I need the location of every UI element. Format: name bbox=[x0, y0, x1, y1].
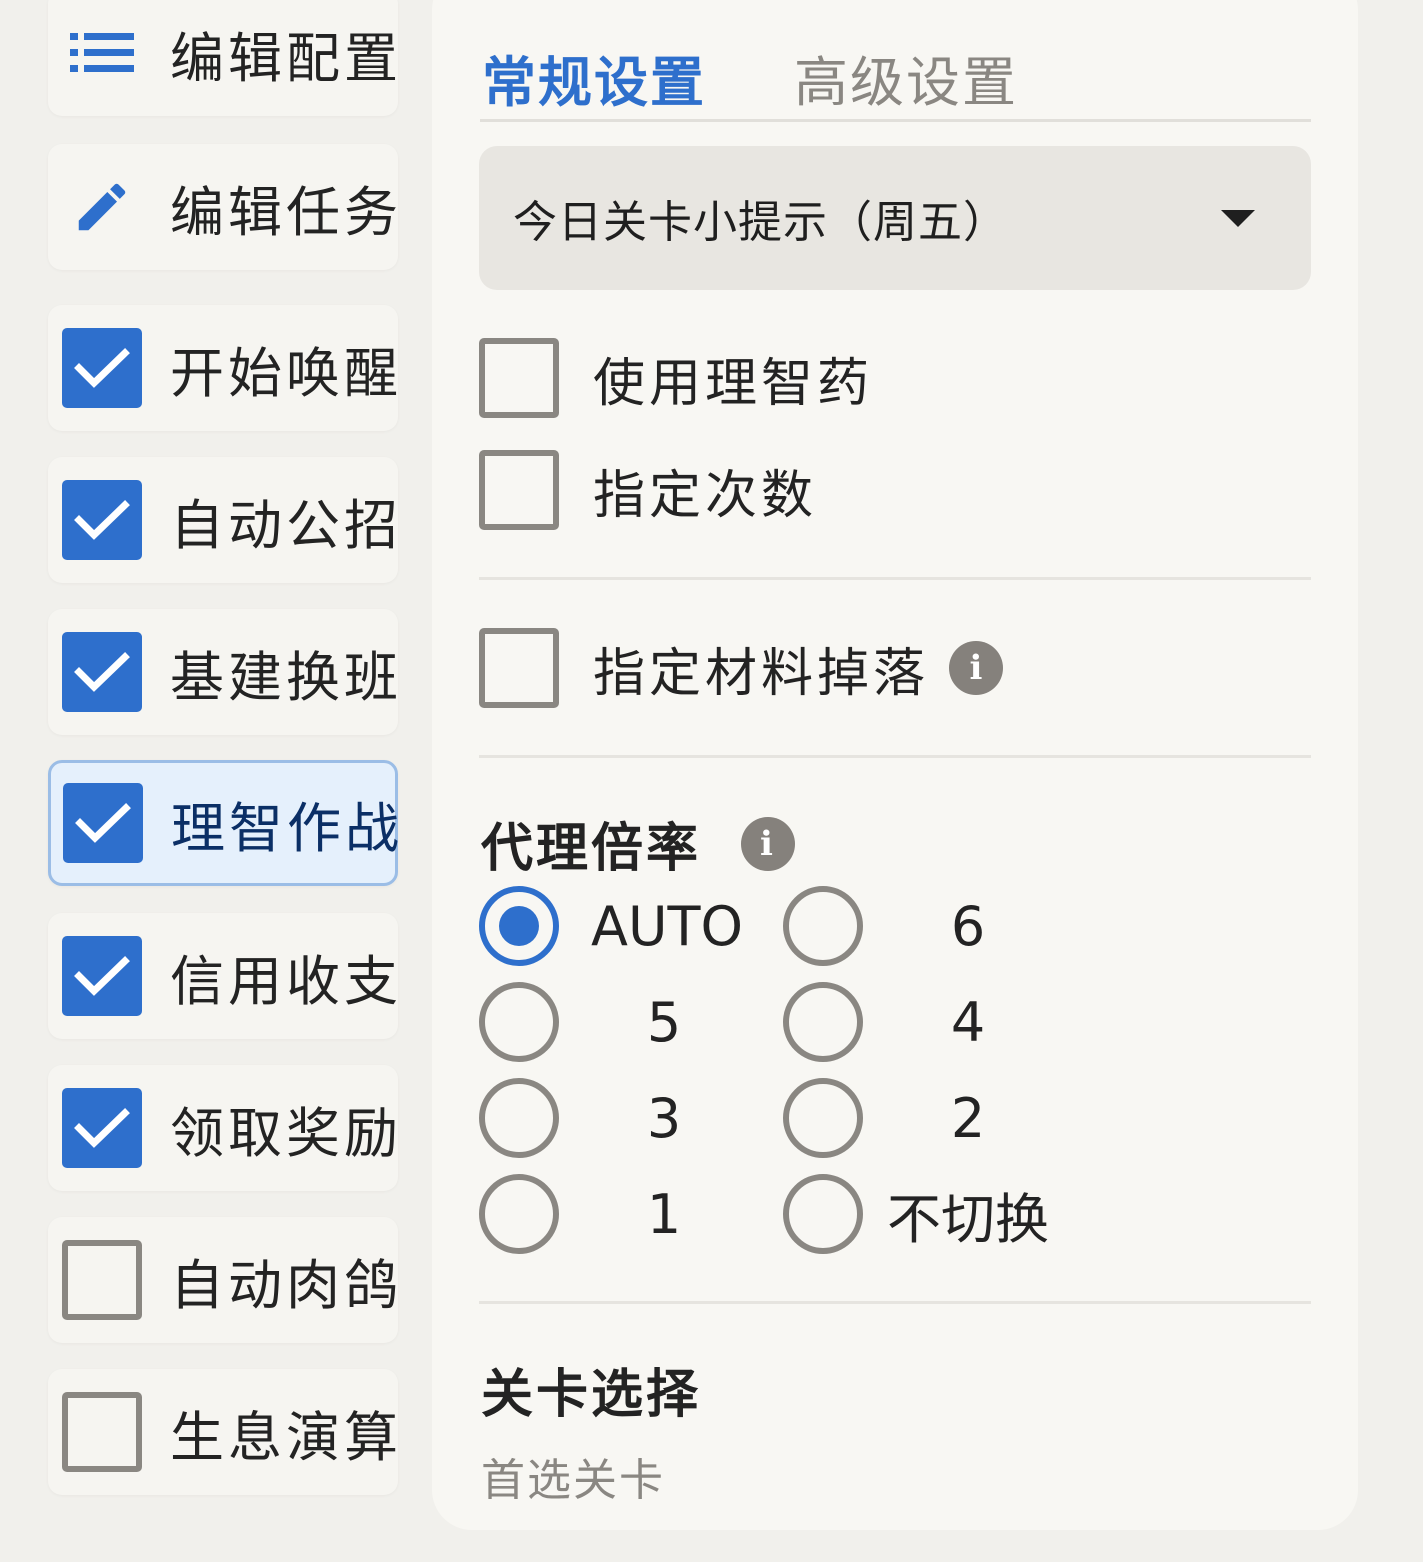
radio-unselected[interactable] bbox=[783, 1174, 863, 1254]
specify-drops-option[interactable]: 指定材料掉落 i bbox=[479, 628, 1004, 708]
radio-label: 不切换 bbox=[887, 1187, 1049, 1251]
proxy-rate-option-3[interactable]: 3 bbox=[479, 1078, 769, 1158]
stage-select-title: 关卡选择 bbox=[481, 1352, 701, 1427]
option-label: 指定次数 bbox=[593, 465, 818, 526]
sidebar-item-label: 生息演算 bbox=[170, 1405, 402, 1469]
section-title-text: 关卡选择 bbox=[481, 1365, 702, 1425]
checkbox-slot bbox=[63, 783, 143, 863]
primary-stage-label: 首选关卡 bbox=[481, 1455, 665, 1506]
divider bbox=[479, 755, 1311, 758]
radio-label: 4 bbox=[950, 990, 986, 1054]
sidebar-item-base-shift[interactable]: 基建换班 bbox=[48, 609, 398, 735]
checkbox-slot bbox=[62, 936, 142, 1016]
radio-unselected[interactable] bbox=[783, 982, 863, 1062]
checkbox-slot bbox=[62, 1088, 142, 1168]
sidebar-item-label: 基建换班 bbox=[170, 645, 402, 709]
checkbox-slot bbox=[62, 480, 142, 560]
settings-tabs: 常规设置 高级设置 bbox=[480, 30, 1311, 122]
checkbox-checked[interactable] bbox=[62, 936, 142, 1016]
checkbox-checked[interactable] bbox=[62, 328, 142, 408]
list-icon bbox=[62, 13, 142, 93]
radio-unselected[interactable] bbox=[783, 886, 863, 966]
sidebar-item-edit-config[interactable]: 编辑配置 bbox=[48, 0, 398, 116]
section-title-text: 代理倍率 bbox=[481, 819, 702, 879]
proxy-rate-option-2[interactable]: 2 bbox=[783, 1078, 1073, 1158]
checkbox-checked[interactable] bbox=[63, 783, 143, 863]
pencil-icon bbox=[62, 167, 142, 247]
checkbox-unchecked[interactable] bbox=[62, 1240, 142, 1320]
sidebar-item-start-wakeup[interactable]: 开始唤醒 bbox=[48, 305, 398, 431]
info-icon[interactable]: i bbox=[741, 816, 796, 871]
sidebar-item-credit[interactable]: 信用收支 bbox=[48, 913, 398, 1039]
sidebar-item-label: 信用收支 bbox=[170, 949, 402, 1013]
radio-label: 5 bbox=[646, 990, 682, 1054]
option-label: 使用理智药 bbox=[593, 353, 874, 414]
radio-unselected[interactable] bbox=[479, 1078, 559, 1158]
sidebar-item-auto-roguelike[interactable]: 自动肉鸽 bbox=[48, 1217, 398, 1343]
radio-dot bbox=[499, 906, 539, 946]
checkbox-slot bbox=[62, 1392, 142, 1472]
sidebar-item-label: 理智作战 bbox=[171, 796, 403, 860]
radio-unselected[interactable] bbox=[479, 1174, 559, 1254]
sidebar-item-label: 编辑任务 bbox=[170, 180, 402, 244]
proxy-rate-title: 代理倍率 i bbox=[481, 806, 796, 881]
dropdown-value: 今日关卡小提示（周五） bbox=[513, 197, 1008, 248]
sidebar-item-sanity-combat[interactable]: 理智作战 bbox=[48, 760, 399, 886]
checkbox-unchecked[interactable] bbox=[479, 450, 559, 530]
sidebar-item-auto-recruit[interactable]: 自动公招 bbox=[48, 457, 398, 583]
radio-label: 6 bbox=[950, 894, 986, 958]
caret-down-icon bbox=[1221, 210, 1255, 227]
proxy-rate-option-6[interactable]: 6 bbox=[783, 886, 1073, 966]
sidebar-item-label: 自动公招 bbox=[170, 493, 402, 557]
specify-times-option[interactable]: 指定次数 bbox=[479, 450, 817, 530]
use-sanity-potion-option[interactable]: 使用理智药 bbox=[479, 338, 873, 418]
proxy-rate-option-5[interactable]: 5 bbox=[479, 982, 769, 1062]
sidebar-item-label: 自动肉鸽 bbox=[170, 1253, 402, 1317]
radio-label: 2 bbox=[950, 1086, 986, 1150]
radio-label: AUTO bbox=[591, 894, 743, 958]
proxy-rate-option-auto[interactable]: AUTO bbox=[479, 886, 769, 966]
check-icon bbox=[74, 1108, 130, 1148]
sidebar-item-label: 领取奖励 bbox=[170, 1101, 402, 1165]
check-icon bbox=[74, 348, 130, 388]
check-icon bbox=[74, 652, 130, 692]
proxy-rate-option-no-switch[interactable]: 不切换 bbox=[783, 1174, 1073, 1254]
checkbox-checked[interactable] bbox=[62, 480, 142, 560]
check-icon bbox=[74, 956, 130, 996]
checkbox-slot bbox=[62, 328, 142, 408]
checkbox-slot bbox=[62, 632, 142, 712]
sidebar-item-label: 编辑配置 bbox=[170, 26, 402, 90]
radio-label: 3 bbox=[646, 1086, 682, 1150]
option-label: 指定材料掉落 bbox=[593, 643, 930, 704]
radio-unselected[interactable] bbox=[783, 1078, 863, 1158]
check-icon bbox=[75, 803, 131, 843]
tab-advanced[interactable]: 高级设置 bbox=[794, 38, 1018, 117]
radio-label: 1 bbox=[646, 1182, 682, 1246]
divider bbox=[479, 1301, 1311, 1304]
checkbox-unchecked[interactable] bbox=[479, 338, 559, 418]
sidebar-item-reclamation[interactable]: 生息演算 bbox=[48, 1369, 398, 1495]
stage-tip-dropdown[interactable]: 今日关卡小提示（周五） bbox=[479, 146, 1311, 290]
radio-unselected[interactable] bbox=[479, 982, 559, 1062]
divider bbox=[479, 577, 1311, 580]
checkbox-checked[interactable] bbox=[62, 632, 142, 712]
proxy-rate-option-4[interactable]: 4 bbox=[783, 982, 1073, 1062]
checkbox-unchecked[interactable] bbox=[62, 1392, 142, 1472]
sidebar-item-collect-rewards[interactable]: 领取奖励 bbox=[48, 1065, 398, 1191]
proxy-rate-option-1[interactable]: 1 bbox=[479, 1174, 769, 1254]
info-icon[interactable]: i bbox=[949, 641, 1004, 695]
checkbox-slot bbox=[62, 1240, 142, 1320]
checkbox-unchecked[interactable] bbox=[479, 628, 559, 708]
sidebar-item-label: 开始唤醒 bbox=[170, 341, 402, 405]
sidebar-item-edit-tasks[interactable]: 编辑任务 bbox=[48, 144, 398, 270]
checkbox-checked[interactable] bbox=[62, 1088, 142, 1168]
check-icon bbox=[74, 500, 130, 540]
tab-general[interactable]: 常规设置 bbox=[482, 38, 706, 117]
radio-selected[interactable] bbox=[479, 886, 559, 966]
